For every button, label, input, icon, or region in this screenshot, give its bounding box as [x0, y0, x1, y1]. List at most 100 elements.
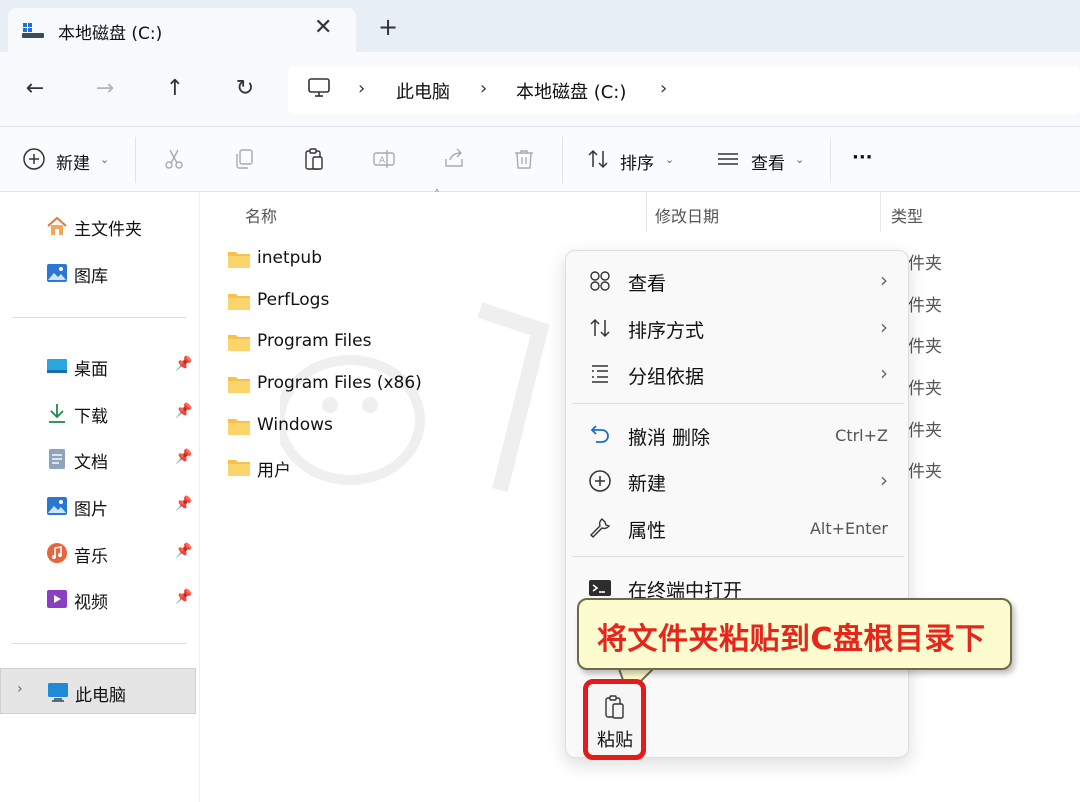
- sidebar-item-gallery[interactable]: 图库: [0, 252, 196, 292]
- download-icon: [49, 404, 65, 423]
- pin-icon[interactable]: 📌: [175, 449, 192, 465]
- copy-icon[interactable]: [232, 147, 256, 171]
- column-header-name[interactable]: 名称: [245, 203, 277, 227]
- folder-icon: [228, 294, 250, 310]
- terminal-icon: [589, 580, 611, 596]
- chevron-down-icon: ⌄: [100, 153, 110, 166]
- close-tab-icon[interactable]: ✕: [314, 15, 332, 40]
- pin-icon[interactable]: 📌: [175, 543, 192, 559]
- menu-item-label: 撤消 删除: [628, 427, 711, 449]
- paste-label: 粘贴: [597, 730, 633, 751]
- tab-bar: 本地磁盘 (C:) ✕ +: [0, 0, 1080, 54]
- paste-icon[interactable]: [302, 147, 326, 171]
- toolbar-divider: [830, 137, 831, 183]
- file-type: 件夹: [908, 254, 942, 274]
- column-divider[interactable]: [880, 192, 881, 232]
- sidebar-divider: [12, 643, 186, 644]
- new-tab-button[interactable]: +: [378, 13, 398, 41]
- pin-icon[interactable]: 📌: [175, 356, 192, 372]
- navigation-pane: 主文件夹 图库 桌面 📌 下载 📌 文档 📌 图片 📌 音乐 📌 视频 📌 › …: [0, 192, 200, 802]
- new-plus-icon[interactable]: [22, 147, 46, 171]
- menu-item-new[interactable]: 新建 ›: [566, 459, 910, 503]
- folder-icon: [228, 252, 250, 268]
- chevron-down-icon: ⌄: [795, 153, 805, 166]
- more-options-button[interactable]: ···: [852, 147, 873, 168]
- music-icon: [47, 543, 67, 563]
- callout-text: 将文件夹粘贴到C盘根目录下: [597, 622, 986, 657]
- menu-item-properties[interactable]: 属性 Alt+Enter: [566, 506, 910, 550]
- chevron-right-icon: ›: [880, 361, 888, 385]
- view-button[interactable]: 查看: [751, 149, 785, 174]
- cut-icon[interactable]: [162, 147, 186, 171]
- sidebar-item-documents[interactable]: 文档 📌: [0, 438, 196, 478]
- pin-icon[interactable]: 📌: [175, 496, 192, 512]
- sidebar-label: 主文件夹: [74, 220, 142, 240]
- breadcrumb-separator[interactable]: ›: [660, 78, 667, 99]
- this-pc-icon: [48, 683, 68, 702]
- file-name: inetpub: [257, 248, 322, 268]
- chevron-right-icon: ›: [880, 468, 888, 492]
- sidebar-item-desktop[interactable]: 桌面 📌: [0, 345, 196, 385]
- menu-item-label: 分组依据: [628, 366, 705, 388]
- pin-icon[interactable]: 📌: [175, 403, 192, 419]
- file-name: Program Files (x86): [257, 373, 422, 393]
- menu-item-label: 属性: [628, 520, 667, 542]
- navigation-bar: ← → ↑ ↻ › 此电脑 › 本地磁盘 (C:) ›: [0, 52, 1080, 126]
- delete-icon[interactable]: [512, 147, 536, 171]
- back-button[interactable]: ←: [20, 74, 50, 104]
- sidebar-item-videos[interactable]: 视频 📌: [0, 578, 196, 618]
- view-lines-icon[interactable]: [716, 147, 740, 171]
- sidebar-divider: [12, 317, 186, 318]
- toolbar-divider: [562, 137, 563, 183]
- chevron-down-icon: ⌄: [665, 153, 675, 166]
- forward-button[interactable]: →: [90, 74, 120, 104]
- file-name: Program Files: [257, 331, 372, 351]
- sidebar-label: 视频: [74, 593, 108, 613]
- paste-button[interactable]: 粘贴: [583, 679, 646, 760]
- sort-icon[interactable]: [586, 147, 610, 171]
- sidebar-item-downloads[interactable]: 下载 📌: [0, 392, 196, 432]
- breadcrumb-this-pc[interactable]: 此电脑: [396, 78, 450, 104]
- sort-button[interactable]: 排序: [620, 149, 654, 174]
- sidebar-label: 下载: [74, 407, 108, 427]
- document-icon: [49, 449, 65, 469]
- menu-item-sort-by[interactable]: 排序方式 ›: [566, 306, 910, 350]
- breadcrumb-separator[interactable]: ›: [480, 78, 487, 99]
- column-divider[interactable]: [646, 192, 647, 232]
- column-header-modified[interactable]: 修改日期: [655, 203, 719, 227]
- file-name: Windows: [257, 415, 333, 435]
- sidebar-item-this-pc[interactable]: › 此电脑: [0, 668, 196, 714]
- group-icon: [592, 365, 608, 383]
- address-bar[interactable]: › 此电脑 › 本地磁盘 (C:) ›: [288, 66, 1080, 114]
- rename-icon[interactable]: A: [372, 147, 396, 171]
- menu-item-group-by[interactable]: 分组依据 ›: [566, 352, 910, 396]
- video-icon: [47, 590, 67, 608]
- menu-item-undo-delete[interactable]: 撤消 删除 Ctrl+Z: [566, 413, 910, 457]
- chevron-right-icon: ›: [880, 315, 888, 339]
- expand-chevron-icon[interactable]: ›: [17, 681, 23, 697]
- file-type: 件夹: [908, 421, 942, 441]
- column-header-type[interactable]: 类型: [891, 203, 923, 227]
- toolbar-divider: [135, 137, 136, 183]
- breadcrumb-local-disk[interactable]: 本地磁盘 (C:): [516, 78, 626, 104]
- breadcrumb-separator[interactable]: ›: [358, 78, 365, 99]
- shortcut-text: Ctrl+Z: [835, 426, 888, 445]
- sidebar-item-music[interactable]: 音乐 📌: [0, 532, 196, 572]
- grid-icon: [590, 271, 610, 291]
- menu-divider: [572, 556, 904, 557]
- home-icon: [47, 216, 67, 235]
- drive-icon: [22, 23, 44, 38]
- tab-local-disk[interactable]: 本地磁盘 (C:) ✕: [8, 8, 356, 54]
- sidebar-item-pictures[interactable]: 图片 📌: [0, 485, 196, 525]
- up-button[interactable]: ↑: [160, 74, 190, 104]
- new-button[interactable]: 新建: [56, 149, 90, 174]
- file-type: 件夹: [908, 337, 942, 357]
- sidebar-item-home[interactable]: 主文件夹: [0, 205, 196, 245]
- pin-icon[interactable]: 📌: [175, 589, 192, 605]
- share-icon[interactable]: [442, 147, 466, 171]
- refresh-button[interactable]: ↻: [230, 74, 260, 104]
- sidebar-label: 音乐: [74, 547, 108, 567]
- menu-item-view[interactable]: 查看 ›: [566, 259, 910, 303]
- folder-icon: [228, 335, 250, 351]
- sidebar-label: 图库: [74, 267, 108, 287]
